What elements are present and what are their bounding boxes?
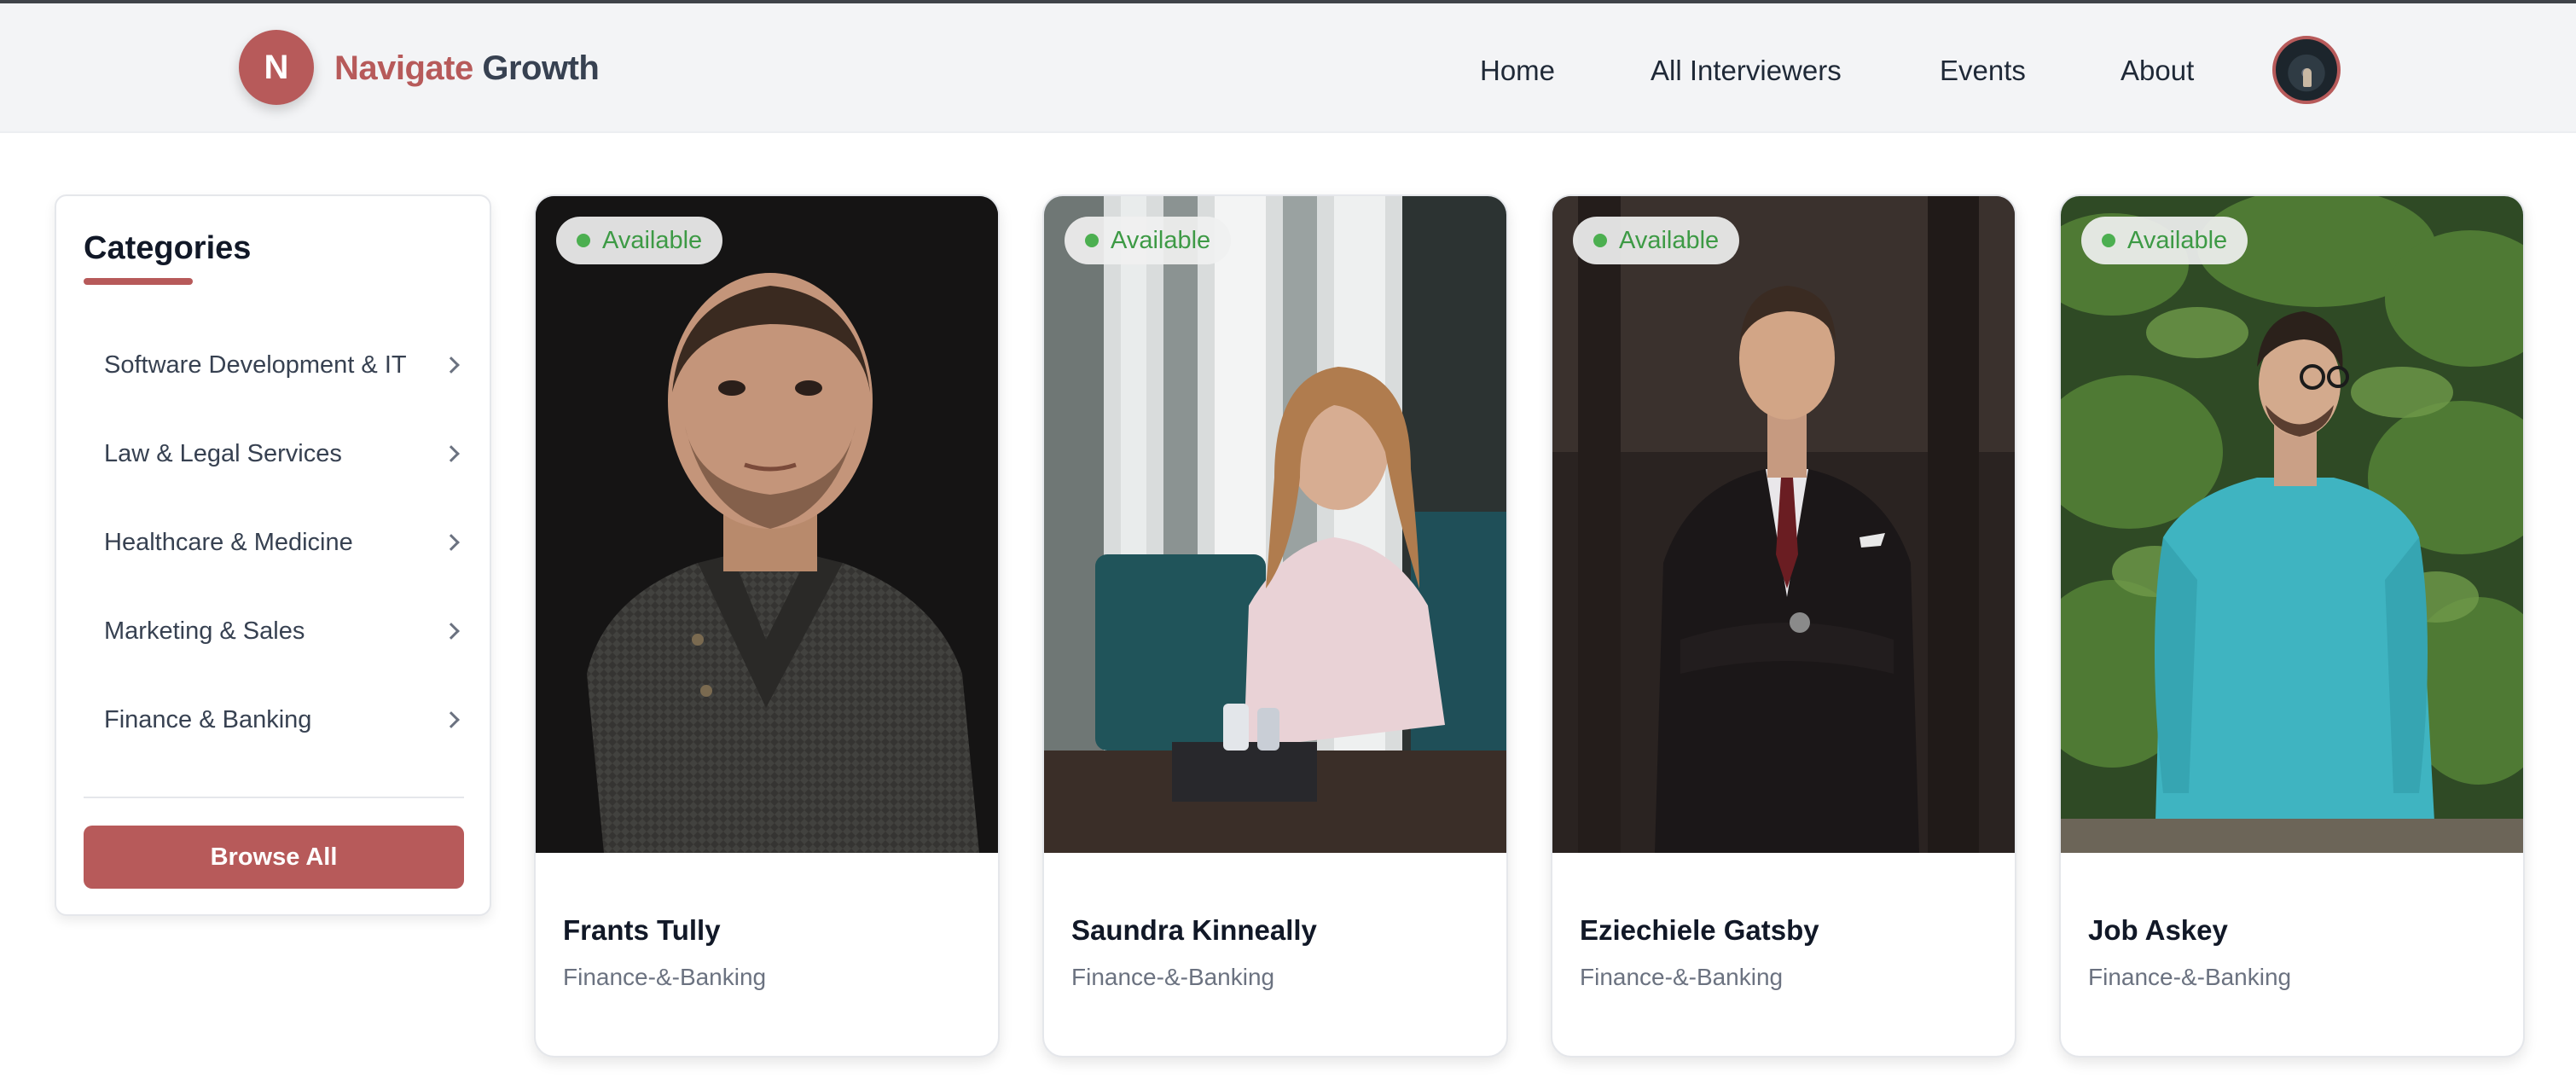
interviewer-card[interactable]: Available Job Askey Finance-&-Banking	[2059, 194, 2525, 1058]
category-label: Healthcare & Medicine	[104, 528, 353, 556]
nav-all-interviewers-link[interactable]: All Interviewers	[1651, 55, 1842, 87]
interviewer-photo: Available	[2061, 196, 2523, 853]
interviewer-category: Finance-&-Banking	[2088, 964, 2292, 990]
category-law-legal[interactable]: Law & Legal Services	[104, 428, 462, 479]
interviewer-card[interactable]: Available Eziechiele Gatsby Finance-&-Ba…	[1551, 194, 2016, 1058]
chevron-right-icon	[443, 445, 460, 462]
interviewer-photo: Available	[1552, 196, 2015, 853]
interviewer-name: Eziechiele Gatsby	[1580, 914, 1819, 946]
nav-events-link[interactable]: Events	[1940, 55, 2026, 87]
status-dot-icon	[577, 234, 590, 247]
status-dot-icon	[2102, 234, 2115, 247]
category-finance-banking[interactable]: Finance & Banking	[104, 694, 462, 745]
browse-all-button[interactable]: Browse All	[84, 826, 464, 889]
brand-name[interactable]: Navigate Growth	[334, 49, 600, 88]
availability-badge: Available	[1573, 217, 1740, 264]
interviewer-category: Finance-&-Banking	[1071, 964, 1275, 990]
interviewer-category: Finance-&-Banking	[1580, 964, 1784, 990]
interviewer-photo: Available	[536, 196, 998, 853]
category-label: Finance & Banking	[104, 705, 312, 733]
category-healthcare[interactable]: Healthcare & Medicine	[104, 517, 462, 568]
navbar: N Navigate Growth Home All Interviewers …	[0, 3, 2576, 133]
interviewer-name: Frants Tully	[563, 914, 721, 946]
availability-label: Available	[2127, 226, 2228, 254]
logo-letter: N	[264, 48, 289, 86]
interviewer-name: Saundra Kinneally	[1071, 914, 1317, 946]
availability-badge: Available	[556, 217, 723, 264]
categories-panel: Categories Software Development & IT Law…	[55, 194, 491, 916]
availability-label: Available	[1619, 226, 1720, 254]
interviewer-name: Job Askey	[2088, 914, 2228, 946]
nav-about-link[interactable]: About	[2121, 55, 2194, 87]
chevron-right-icon	[443, 623, 460, 640]
categories-title: Categories	[84, 230, 252, 266]
interviewer-card[interactable]: Available Saundra Kinneally Finance-&-Ba…	[1042, 194, 1508, 1058]
title-underline	[84, 278, 193, 285]
user-avatar[interactable]	[2272, 36, 2341, 104]
status-dot-icon	[1593, 234, 1607, 247]
availability-badge: Available	[1065, 217, 1232, 264]
chevron-right-icon	[443, 711, 460, 728]
category-label: Marketing & Sales	[104, 617, 305, 645]
chevron-right-icon	[443, 534, 460, 551]
interviewer-card[interactable]: Available Frants Tully Finance-&-Banking	[534, 194, 1000, 1058]
brand-name-part2: Growth	[482, 49, 600, 87]
category-marketing-sales[interactable]: Marketing & Sales	[104, 606, 462, 657]
availability-label: Available	[602, 226, 703, 254]
chevron-right-icon	[443, 356, 460, 374]
divider	[84, 797, 464, 798]
category-software-development[interactable]: Software Development & IT	[104, 339, 462, 391]
interviewer-category: Finance-&-Banking	[563, 964, 767, 990]
category-label: Software Development & IT	[104, 351, 407, 379]
availability-label: Available	[1111, 226, 1211, 254]
logo-badge[interactable]: N	[239, 30, 314, 105]
availability-badge: Available	[2081, 217, 2248, 264]
category-label: Law & Legal Services	[104, 439, 342, 467]
nav-home-link[interactable]: Home	[1480, 55, 1555, 87]
brand-name-part1: Navigate	[334, 49, 473, 87]
status-dot-icon	[1085, 234, 1099, 247]
interviewer-photo: Available	[1044, 196, 1506, 853]
